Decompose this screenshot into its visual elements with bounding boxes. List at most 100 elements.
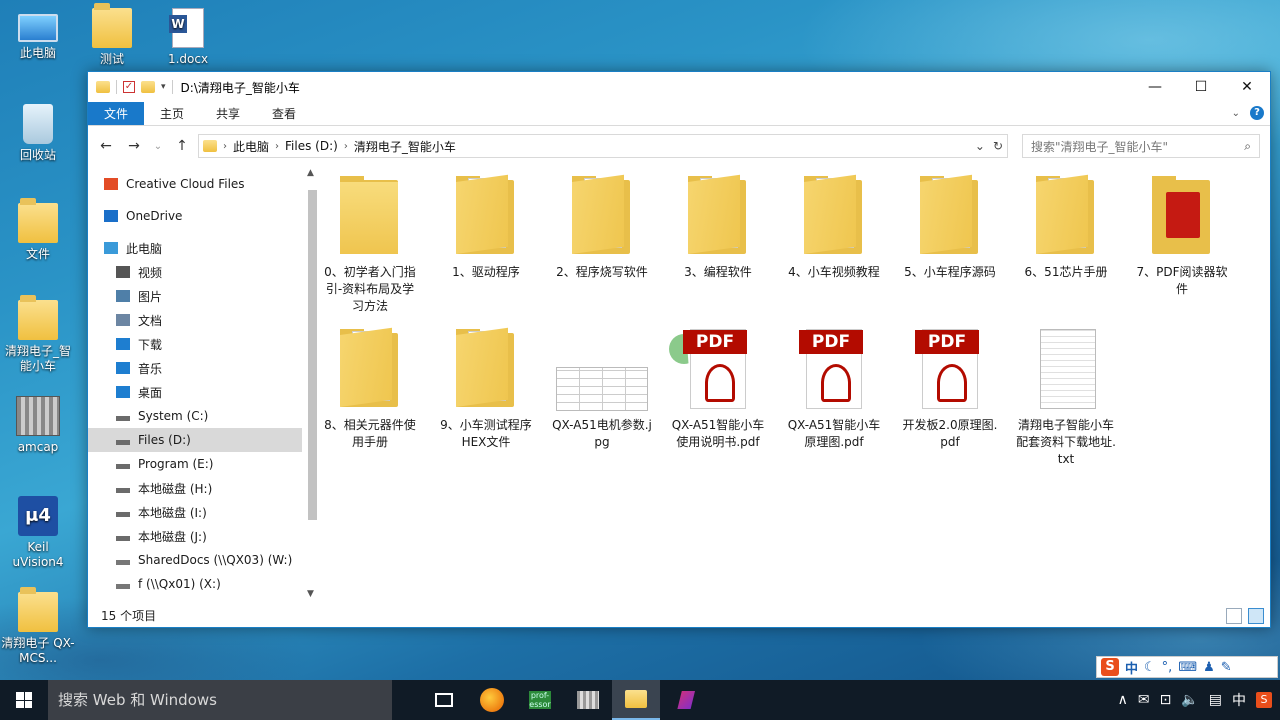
nav-item[interactable]: 本地磁盘 (I:) <box>88 500 320 524</box>
ime-toolbar[interactable]: S 中 ☾ °, ⌨ ♟ ✎ <box>1096 656 1278 678</box>
start-button[interactable] <box>0 680 48 720</box>
help-icon[interactable]: ? <box>1250 106 1264 120</box>
nav-item[interactable]: 图片 <box>88 284 320 308</box>
chevron-down-icon[interactable]: ▾ <box>161 82 166 92</box>
folder-icon <box>1034 174 1098 258</box>
desktop-icon-docx[interactable]: W 1.docx <box>150 8 226 67</box>
ime-mode[interactable]: 中 <box>1125 658 1138 677</box>
properties-icon[interactable]: ✓ <box>123 81 135 93</box>
nav-item[interactable]: f (\\Qx01) (X:) <box>88 572 320 596</box>
file-item[interactable]: 6、51芯片手册 <box>1016 174 1116 281</box>
file-item[interactable]: QX-A51电机参数.jpg <box>552 329 652 451</box>
network-icon[interactable]: ⊡ <box>1160 692 1172 708</box>
file-item[interactable]: 4、小车视频教程 <box>784 174 884 281</box>
breadcrumb-drive-d[interactable]: Files (D:) <box>285 139 338 153</box>
file-item[interactable]: 1、驱动程序 <box>436 174 536 281</box>
nav-item[interactable]: 下载 <box>88 332 320 356</box>
scrollbar-thumb[interactable] <box>308 190 317 520</box>
maximize-button[interactable]: ☐ <box>1178 72 1224 102</box>
breadcrumb-this-pc[interactable]: 此电脑 <box>233 138 269 155</box>
close-button[interactable]: ✕ <box>1224 72 1270 102</box>
file-name: 6、51芯片手册 <box>1024 265 1108 279</box>
nav-item[interactable]: System (C:) <box>88 404 320 428</box>
chevron-right-icon[interactable]: › <box>223 141 227 152</box>
recent-locations-icon[interactable]: ⌄ <box>150 141 166 152</box>
scroll-up-icon[interactable]: ▲ <box>307 168 314 178</box>
up-arrow-icon[interactable]: ↑ <box>170 138 194 154</box>
desktop-icon-test[interactable]: 测试 <box>74 3 150 67</box>
new-folder-icon[interactable] <box>141 81 155 93</box>
nav-item[interactable]: 本地磁盘 (H:) <box>88 476 320 500</box>
nav-item[interactable]: 本地磁盘 (J:) <box>88 524 320 548</box>
nav-item[interactable]: SharedDocs (\\QX03) (W:) <box>88 548 320 572</box>
chevron-up-icon[interactable]: ∧ <box>1118 692 1128 708</box>
refresh-icon[interactable]: ↻ <box>993 139 1003 153</box>
nav-item[interactable]: 此电脑 <box>88 236 320 260</box>
address-bar[interactable]: › 此电脑 › Files (D:) › 清翔电子_智能小车 ⌄ ↻ <box>198 134 1008 158</box>
desktop-icon-files[interactable]: 文件 <box>0 198 76 262</box>
file-item[interactable]: 8、相关元器件使用手册 <box>320 327 420 451</box>
firefox-icon[interactable] <box>468 680 516 720</box>
professor-icon[interactable]: prof-essor <box>516 680 564 720</box>
breadcrumb-current-folder[interactable]: 清翔电子_智能小车 <box>354 138 456 155</box>
notification-icon[interactable]: ✉ <box>1138 692 1150 708</box>
file-item[interactable]: PDF 开发板2.0原理图.pdf <box>900 329 1000 451</box>
chevron-right-icon[interactable]: › <box>344 141 348 152</box>
desktop-icon-this-pc[interactable]: 此电脑 <box>0 8 76 61</box>
chevron-right-icon[interactable]: › <box>275 141 279 152</box>
nav-item[interactable]: 文档 <box>88 308 320 332</box>
nav-scrollbar[interactable]: ▲ ▼ <box>304 166 320 605</box>
nav-item[interactable]: OneDrive <box>88 204 320 228</box>
nav-item[interactable]: Creative Cloud Files <box>88 172 320 196</box>
file-item[interactable]: 9、小车测试程序HEX文件 <box>436 327 536 451</box>
action-center-icon[interactable]: ▤ <box>1209 692 1222 708</box>
file-item[interactable]: 3、编程软件 <box>668 174 768 281</box>
taskbar-search[interactable]: 搜索 Web 和 Windows <box>48 680 392 720</box>
details-view-icon[interactable] <box>1226 608 1242 624</box>
nav-item-label: 本地磁盘 (H:) <box>138 481 213 496</box>
file-explorer-icon[interactable] <box>612 680 660 720</box>
desktop-icon-amcap[interactable]: amcap <box>0 396 76 455</box>
task-view-icon[interactable] <box>420 680 468 720</box>
wrench-icon[interactable]: ✎ <box>1221 660 1232 675</box>
file-item[interactable]: 5、小车程序源码 <box>900 174 1000 281</box>
app-icon[interactable] <box>660 680 708 720</box>
ime-mode-indicator[interactable]: 中 <box>1232 690 1246 710</box>
file-item[interactable]: 清翔电子智能小车配套资料下载地址.txt <box>1016 329 1116 468</box>
file-item[interactable]: 2、程序烧写软件 <box>552 174 652 281</box>
desktop-icon-recycle-bin[interactable]: 回收站 <box>0 104 76 163</box>
minimize-button[interactable]: — <box>1132 72 1178 102</box>
chevron-down-icon[interactable]: ⌄ <box>975 139 985 153</box>
search-input[interactable]: 搜索"清翔电子_智能小车" ⌕ <box>1022 134 1260 158</box>
nav-item-label: System (C:) <box>138 409 209 423</box>
file-item[interactable]: 7、PDF阅读器软件 <box>1132 176 1232 298</box>
back-arrow-icon[interactable]: ← <box>94 138 118 154</box>
large-icons-view-icon[interactable] <box>1248 608 1264 624</box>
forward-arrow-icon[interactable]: → <box>122 138 146 154</box>
desktop-icon-keil[interactable]: μ4 Keil uVision4 <box>0 496 76 570</box>
tab-share[interactable]: 共享 <box>200 102 256 125</box>
app-icon[interactable] <box>564 680 612 720</box>
volume-icon[interactable]: 🔈 <box>1181 692 1198 708</box>
nav-item[interactable]: Program (E:) <box>88 452 320 476</box>
folder-icon <box>1150 176 1214 258</box>
nav-item[interactable]: 桌面 <box>88 380 320 404</box>
punctuation-icon[interactable]: °, <box>1162 660 1173 675</box>
scroll-down-icon[interactable]: ▼ <box>307 589 314 599</box>
tab-view[interactable]: 查看 <box>256 102 312 125</box>
desktop-icon-qx-mcs[interactable]: 清翔电子 QX-MCS... <box>0 587 76 666</box>
keyboard-icon[interactable]: ⌨ <box>1178 660 1197 675</box>
file-item[interactable]: 0、初学者入门指引-资料布局及学习方法 <box>320 176 420 315</box>
tab-file[interactable]: 文件 <box>88 102 145 125</box>
desktop-icon-qx-smartcar[interactable]: 清翔电子_智能小车 <box>0 295 76 374</box>
skin-icon[interactable]: ♟ <box>1203 660 1215 675</box>
moon-icon[interactable]: ☾ <box>1144 660 1156 675</box>
file-item[interactable]: PDF QX-A51智能小车原理图.pdf <box>784 329 884 451</box>
file-item[interactable]: PDF QX-A51智能小车使用说明书.pdf <box>668 329 768 451</box>
tab-home[interactable]: 主页 <box>144 102 200 125</box>
sogou-tray-icon[interactable]: S <box>1256 692 1272 708</box>
nav-item[interactable]: 视频 <box>88 260 320 284</box>
expand-ribbon-icon[interactable]: ⌄ <box>1232 108 1240 119</box>
nav-item[interactable]: Files (D:) <box>88 428 302 452</box>
nav-item[interactable]: 音乐 <box>88 356 320 380</box>
